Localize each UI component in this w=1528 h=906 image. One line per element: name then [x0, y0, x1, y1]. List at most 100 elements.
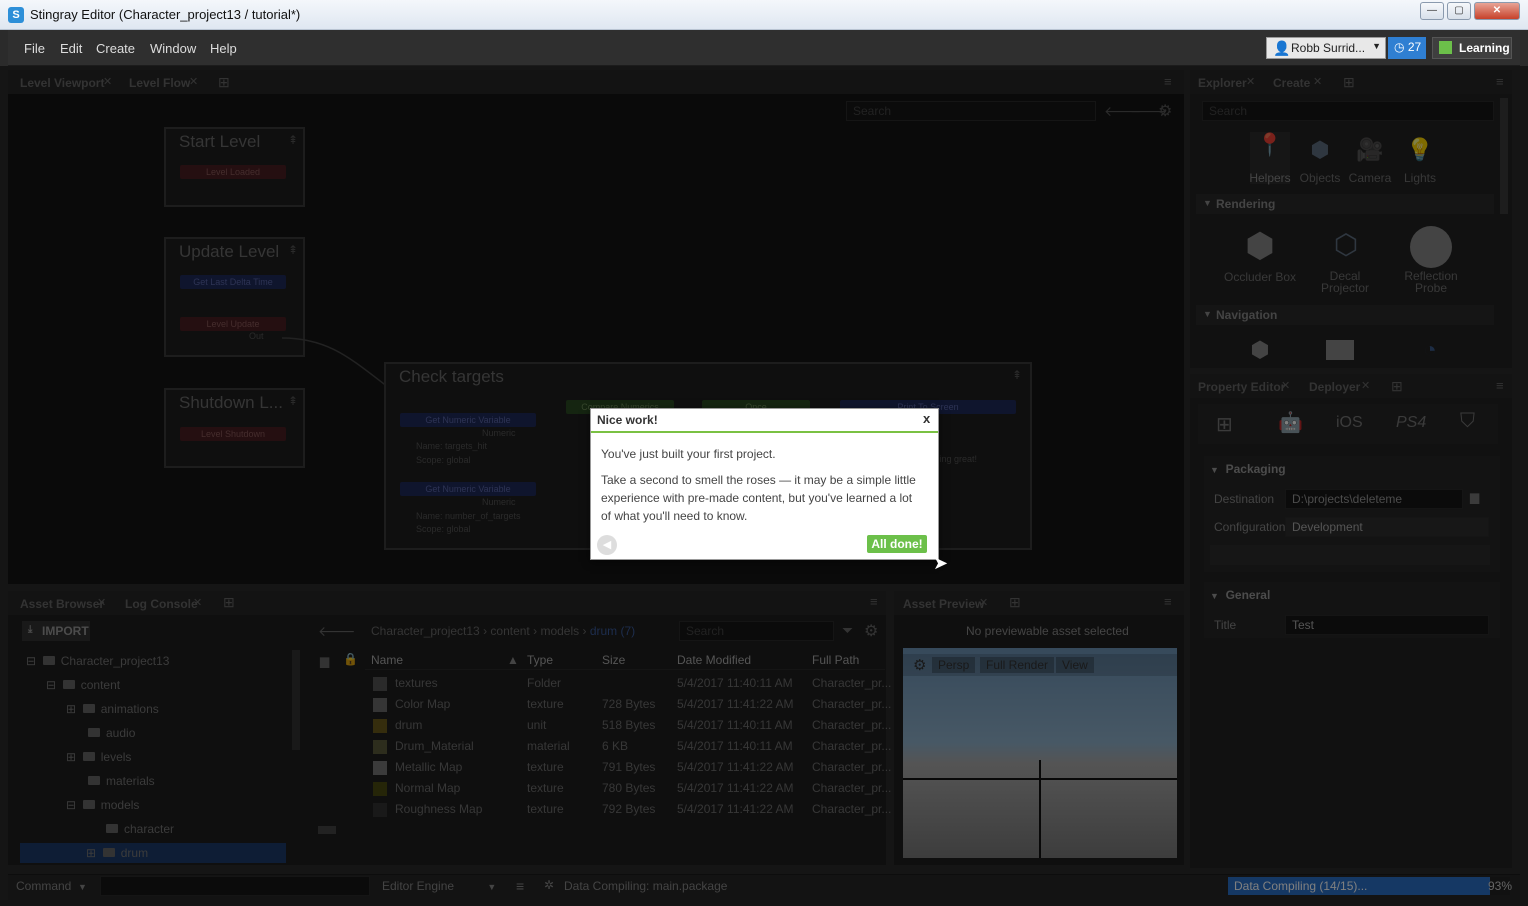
- tab-level-flow[interactable]: Level Flow: [129, 76, 190, 90]
- ios-platform-button[interactable]: iOS: [1336, 414, 1363, 432]
- variable-scope-field[interactable]: Scope: global: [416, 524, 471, 534]
- node-collapse-icon[interactable]: ⇞: [1012, 368, 1022, 382]
- command-input[interactable]: [100, 876, 370, 896]
- variable-name-field[interactable]: Name: number_of_targets: [416, 511, 521, 521]
- add-tab-icon[interactable]: ⊞: [218, 74, 230, 91]
- asset-search-input[interactable]: Search: [679, 621, 834, 641]
- browse-folder-icon[interactable]: ▆: [1470, 490, 1479, 504]
- create-scrollbar[interactable]: [1500, 98, 1508, 214]
- filter-icon[interactable]: ⏷: [842, 622, 853, 639]
- nav-mesh-icon[interactable]: ⬢: [1244, 337, 1276, 363]
- close-tab-icon[interactable]: ✕: [193, 596, 202, 609]
- tree-item[interactable]: ⊟ Character_project13: [26, 654, 169, 668]
- variable-name-field[interactable]: Name: targets_hit: [416, 441, 487, 451]
- tree-item[interactable]: audio: [88, 726, 135, 740]
- add-tab-icon[interactable]: ⊞: [1343, 74, 1355, 91]
- table-row[interactable]: Metallic Map texture 791 Bytes 5/4/2017 11:…: [365, 757, 891, 778]
- full-render-button[interactable]: Full Render: [980, 657, 1055, 673]
- table-row[interactable]: Color Map texture 728 Bytes 5/4/2017 11:41:…: [365, 694, 891, 715]
- tab-asset-browser[interactable]: Asset Browser: [20, 597, 104, 611]
- col-size[interactable]: Size: [602, 653, 625, 667]
- add-tab-icon[interactable]: ⊞: [1009, 594, 1021, 611]
- close-tab-icon[interactable]: ✕: [979, 596, 988, 609]
- close-tab-icon[interactable]: ✕: [97, 596, 106, 609]
- list-icon[interactable]: ≡: [516, 878, 524, 894]
- configuration-select[interactable]: Development: [1285, 517, 1489, 537]
- package-button[interactable]: [1210, 545, 1490, 565]
- breadcrumb-item[interactable]: Character_project13: [371, 624, 480, 638]
- tab-log-console[interactable]: Log Console: [125, 597, 198, 611]
- tree-item[interactable]: ⊞ animations: [66, 702, 159, 716]
- breadcrumb-item[interactable]: models: [540, 624, 579, 638]
- ps4-platform-button[interactable]: PS4: [1396, 414, 1426, 432]
- all-done-button[interactable]: All done!: [867, 535, 927, 553]
- android-icon[interactable]: 🤖: [1278, 410, 1303, 435]
- breadcrumb-current[interactable]: drum (7): [590, 624, 635, 638]
- minimize-button[interactable]: —: [1420, 2, 1444, 20]
- get-numeric-variable-node[interactable]: Get Numeric Variable: [400, 482, 536, 496]
- level-update-event[interactable]: Level Update: [180, 317, 286, 331]
- node-collapse-icon[interactable]: ⇞: [288, 133, 298, 147]
- panel-menu-icon[interactable]: ≡: [1164, 594, 1172, 609]
- notifications-badge[interactable]: ◷ 27: [1388, 37, 1426, 59]
- html5-icon[interactable]: ⛉: [1460, 410, 1475, 433]
- col-name[interactable]: Name: [371, 653, 403, 667]
- settings-gear-icon[interactable]: ⚙: [1158, 101, 1172, 121]
- flow-search-input[interactable]: Search: [846, 101, 1096, 121]
- selected-tree-row[interactable]: [20, 843, 286, 863]
- panel-menu-icon[interactable]: ≡: [1164, 74, 1172, 89]
- learning-button[interactable]: Learning: [1432, 37, 1512, 59]
- windows-icon[interactable]: ⊞: [1216, 412, 1233, 437]
- folder-icon[interactable]: ▆: [320, 654, 329, 668]
- close-tab-icon[interactable]: ✕: [189, 75, 198, 88]
- table-row[interactable]: Drum_Material material 6 KB 5/4/2017 11:40:…: [365, 736, 891, 757]
- camera-icon[interactable]: 🎥: [1354, 137, 1386, 163]
- variable-scope-field[interactable]: Scope: global: [416, 455, 471, 465]
- level-loaded-event[interactable]: Level Loaded: [180, 165, 286, 179]
- table-row[interactable]: Roughness Map texture 792 Bytes 5/4/2017 11…: [365, 799, 891, 820]
- add-tab-icon[interactable]: ⊞: [223, 594, 235, 611]
- engine-dropdown[interactable]: Editor Engine ▼: [382, 879, 496, 893]
- tree-scrollbar[interactable]: [292, 650, 300, 750]
- menu-create[interactable]: Create: [96, 41, 135, 56]
- tree-item[interactable]: character: [106, 822, 174, 836]
- tree-item[interactable]: ⊟ models: [66, 798, 139, 812]
- table-row[interactable]: drum unit 518 Bytes 5/4/2017 11:40:11 AM Cha…: [365, 715, 891, 736]
- dialog-back-button[interactable]: ◀: [597, 535, 617, 555]
- tree-item[interactable]: ⊞ drum: [86, 846, 148, 860]
- occluder-box-icon[interactable]: ⬢: [1238, 226, 1282, 266]
- cube-icon[interactable]: ⬢: [1304, 137, 1336, 163]
- close-tab-icon[interactable]: ✕: [103, 75, 112, 88]
- maximize-button[interactable]: ▢: [1447, 2, 1471, 20]
- table-row[interactable]: textures Folder 5/4/2017 11:40:11 AM Charac…: [365, 673, 891, 694]
- get-delta-time-event[interactable]: Get Last Delta Time: [180, 275, 286, 289]
- tab-create[interactable]: Create: [1273, 76, 1310, 90]
- menu-help[interactable]: Help: [210, 41, 237, 56]
- lock-icon[interactable]: 🔒: [343, 652, 358, 666]
- col-type[interactable]: Type: [527, 653, 553, 667]
- title-field[interactable]: Test: [1285, 615, 1489, 635]
- level-shutdown-event[interactable]: Level Shutdown: [180, 427, 286, 441]
- tree-item[interactable]: ⊞ levels: [66, 750, 131, 764]
- menu-window[interactable]: Window: [150, 41, 196, 56]
- decal-projector-icon[interactable]: ⬡: [1326, 228, 1366, 261]
- view-button[interactable]: View: [1056, 657, 1094, 673]
- panel-menu-icon[interactable]: ≡: [870, 594, 878, 609]
- compass-icon[interactable]: ◔: [1414, 337, 1446, 363]
- create-search-input[interactable]: Search: [1202, 101, 1494, 121]
- settings-gear-icon[interactable]: ⚙: [864, 621, 878, 641]
- col-date[interactable]: Date Modified: [677, 653, 751, 667]
- get-numeric-variable-node[interactable]: Get Numeric Variable: [400, 413, 536, 427]
- close-tab-icon[interactable]: ✕: [1361, 379, 1370, 392]
- menu-file[interactable]: File: [24, 41, 45, 56]
- table-row[interactable]: Normal Map texture 780 Bytes 5/4/2017 11:41…: [365, 778, 891, 799]
- close-tab-icon[interactable]: ✕: [1313, 75, 1322, 88]
- general-header[interactable]: ▼ General: [1210, 588, 1270, 602]
- command-dropdown[interactable]: Command ▼: [16, 879, 87, 893]
- destination-field[interactable]: D:\projects\deleteme: [1285, 489, 1463, 509]
- start-level-node[interactable]: Start Level ⇞ Level Loaded: [164, 127, 305, 207]
- panel-menu-icon[interactable]: ≡: [1496, 378, 1504, 393]
- close-tab-icon[interactable]: ✕: [1246, 75, 1255, 88]
- tree-item[interactable]: ⊟ content: [46, 678, 120, 692]
- dialog-close-button[interactable]: x: [923, 411, 930, 426]
